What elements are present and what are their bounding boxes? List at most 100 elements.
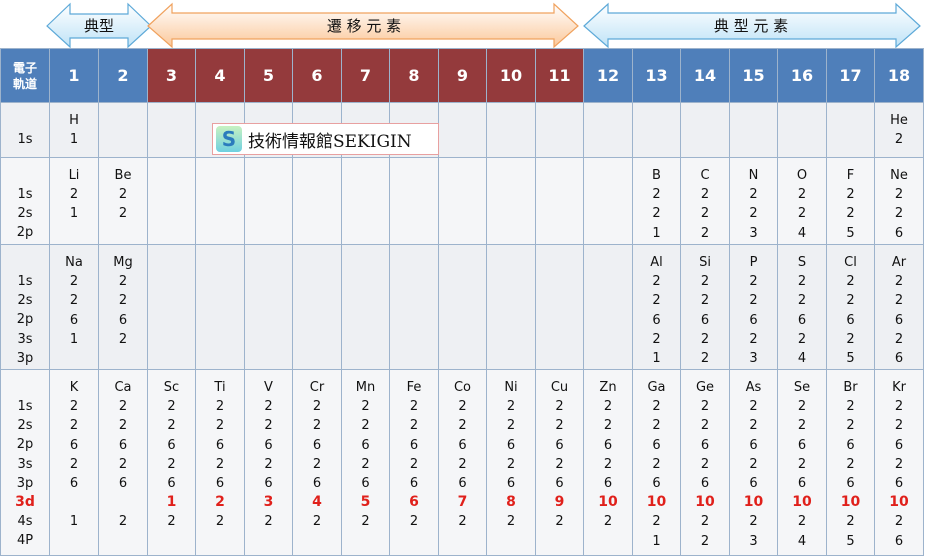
- electron-count: 2: [846, 399, 855, 415]
- electron-count: 5: [846, 533, 855, 549]
- electron-count: 2: [118, 274, 128, 290]
- electron-count: 2: [215, 514, 225, 530]
- electron-count: 2: [846, 514, 855, 530]
- electron-count: 2: [700, 225, 710, 241]
- element-symbol: C: [700, 168, 710, 183]
- element-cell-16: O 2 2 4: [777, 157, 827, 245]
- electron-count: 6: [458, 476, 467, 492]
- electron-count: [99, 493, 147, 512]
- element-symbol: Li: [68, 168, 80, 183]
- electron-count: 2: [894, 187, 904, 203]
- element-cell-11: [535, 244, 584, 370]
- electron-count: 6: [894, 225, 904, 241]
- electron-count: 3: [749, 225, 758, 241]
- element-cell-2: Ca 2 2 6 2 6 2: [98, 369, 148, 556]
- electron-count: 2: [69, 293, 79, 309]
- element-cell-14: [680, 102, 730, 158]
- logo-s-icon: S: [216, 126, 242, 152]
- element-cell-2: [98, 102, 148, 158]
- group-header-14: 14: [680, 48, 730, 103]
- electron-count: 2: [700, 351, 710, 367]
- electron-count: 10: [598, 494, 618, 511]
- element-symbol: As: [745, 380, 762, 395]
- group-header-15: 15: [729, 48, 778, 103]
- element-cell-18: Ne 2 2 6: [874, 157, 924, 245]
- element-symbol: Sc: [163, 380, 180, 395]
- group-header-row: 電子 軌道 1 2 3 4 5 6 7 8 9 10 11 12 13 14 15 16 17 18: [0, 48, 924, 103]
- typical-right-label: 典 型 元 素: [714, 17, 788, 35]
- electron-count: 5: [360, 494, 371, 511]
- electron-count: 1: [652, 533, 661, 549]
- electron-count: 2: [409, 514, 419, 530]
- electron-count: 10: [695, 494, 715, 511]
- element-symbol: Cu: [550, 380, 569, 395]
- element-cell-3: Sc 2 2 6 2 6 1 2: [147, 369, 196, 556]
- group-header-8: 8: [389, 48, 439, 103]
- element-cell-12: Zn 2 2 6 2 6 10 2: [583, 369, 633, 556]
- electron-count: 2: [69, 456, 79, 472]
- electron-count: 10: [743, 494, 764, 511]
- watermark-logo: S 技術情報館SEKIGIN: [212, 123, 439, 155]
- electron-count: 2: [652, 293, 661, 309]
- electron-count: 6: [264, 476, 273, 492]
- group-header-1: 1: [49, 48, 99, 103]
- electron-count: 2: [846, 206, 855, 222]
- electron-count: 2: [797, 187, 807, 203]
- element-cell-18: Ar 2 2 6 2 6: [874, 244, 924, 370]
- electron-count: 6: [312, 437, 322, 453]
- electron-count: 6: [894, 437, 904, 453]
- orbital-list: 1s 2s 2p 3s 3p: [0, 244, 50, 370]
- element-symbol: Se: [793, 380, 811, 395]
- electron-count: 7: [457, 494, 468, 511]
- electron-count: 2: [846, 418, 855, 434]
- electron-count: 2: [749, 331, 758, 347]
- element-cell-10: [486, 102, 536, 158]
- electron-count: 6: [167, 437, 176, 453]
- element-cell-16: [777, 102, 827, 158]
- element-symbol: Cr: [309, 380, 325, 395]
- electron-count: 6: [361, 437, 370, 453]
- electron-count: 6: [749, 312, 758, 328]
- element-cell-14: C 2 2 2: [680, 157, 730, 245]
- element-cell-12: [583, 244, 633, 370]
- element-cell-18: He 2: [874, 102, 924, 158]
- element-cell-3: [147, 244, 196, 370]
- element-cell-7: [341, 157, 390, 245]
- element-cell-14: Si 2 2 6 2 2: [680, 244, 730, 370]
- electron-count: 6: [894, 312, 904, 328]
- element-cell-1: H1: [49, 102, 99, 158]
- electron-count: 2: [555, 418, 564, 434]
- electron-count: 2: [700, 514, 710, 530]
- element-symbol: Fe: [406, 380, 422, 395]
- electron-count: 1: [69, 206, 79, 222]
- element-cell-6: [292, 157, 342, 245]
- electron-count: 6: [506, 437, 516, 453]
- electron-count: 2: [894, 514, 904, 530]
- electron-count: 2: [69, 399, 79, 415]
- electron-count: 2: [652, 418, 661, 434]
- element-symbol: B: [652, 168, 661, 183]
- electron-count: 2: [118, 293, 128, 309]
- element-cell-1: Na 2 2 6 1: [49, 244, 99, 370]
- orbital-label: 3s: [17, 331, 33, 347]
- electron-count: 2: [797, 331, 807, 347]
- element-symbol: Ne: [890, 168, 908, 183]
- electron-count: 10: [792, 494, 812, 511]
- electron-count: 2: [894, 132, 904, 148]
- electron-count: 2: [894, 331, 904, 347]
- electron-count: 2: [69, 418, 79, 434]
- electron-count: 2: [167, 514, 176, 530]
- group-header-5: 5: [244, 48, 293, 103]
- element-symbol: Si: [699, 255, 711, 270]
- electron-count: 6: [506, 476, 516, 492]
- element-symbol: O: [796, 168, 808, 183]
- orbital-label: 2p: [16, 437, 34, 453]
- element-cell-4: [195, 157, 245, 245]
- electron-count: 4: [797, 533, 807, 549]
- orbital-label: 3s: [17, 456, 33, 472]
- electron-count: 2: [894, 456, 904, 472]
- electron-count: 2: [749, 293, 758, 309]
- electron-count: 2: [652, 274, 661, 290]
- electron-count: 2: [555, 514, 564, 530]
- electron-count: 2: [603, 399, 613, 415]
